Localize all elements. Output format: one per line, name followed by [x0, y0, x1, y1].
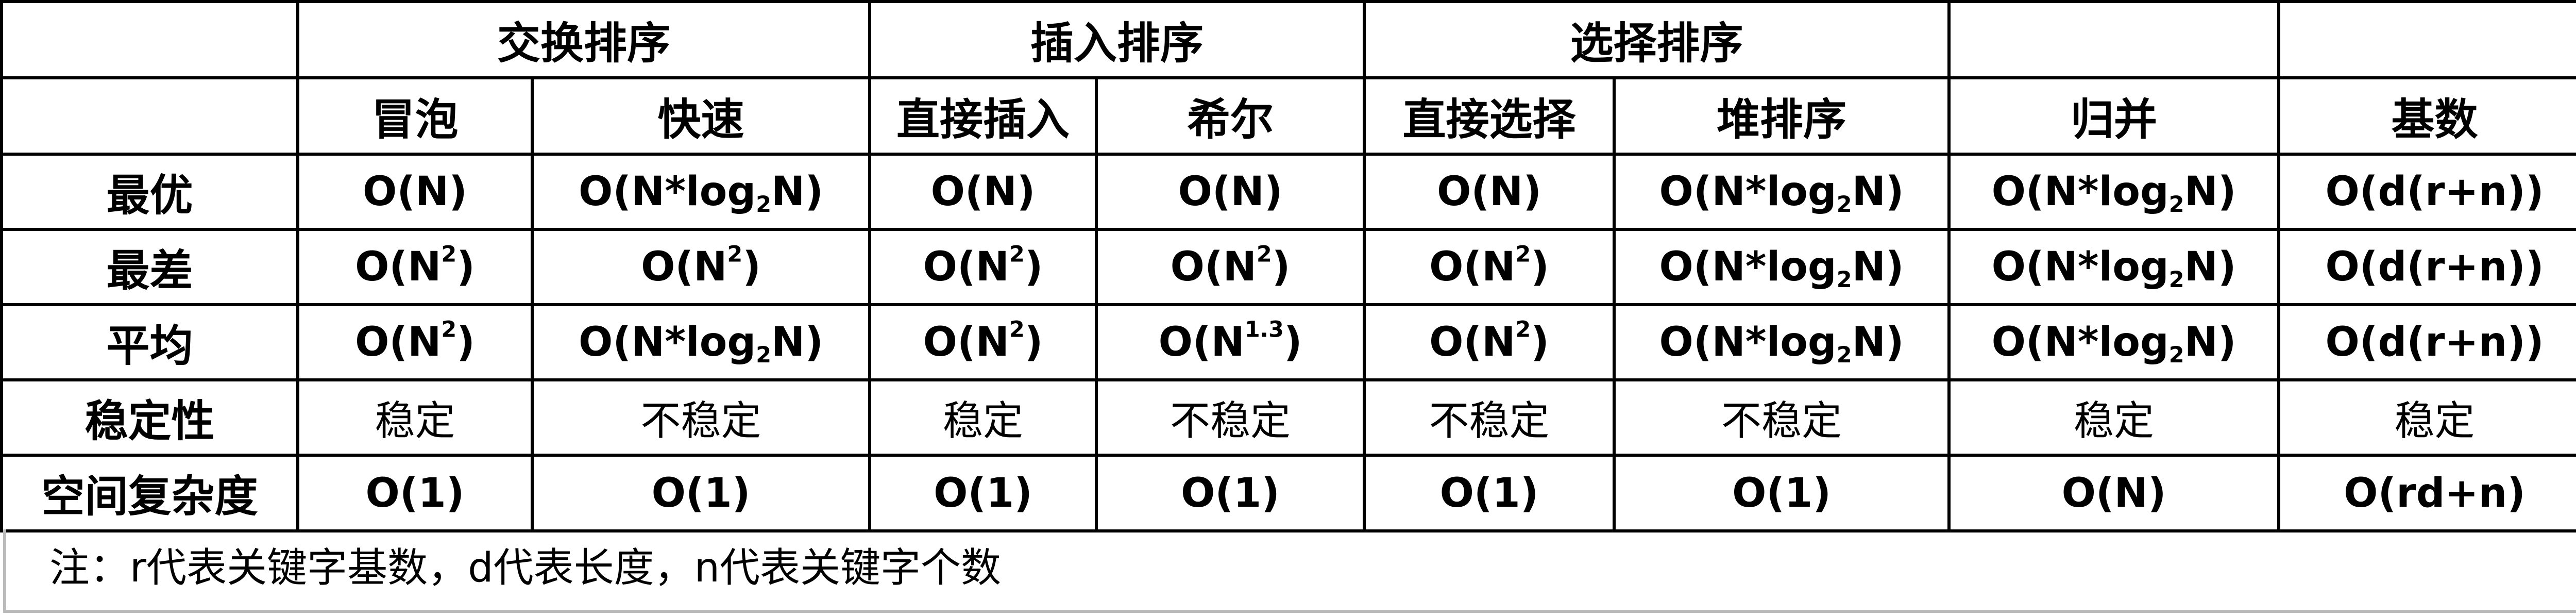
stability-merge: 稳定 — [1947, 378, 2281, 457]
stability-heap: 不稳定 — [1613, 378, 1951, 457]
space-merge: O(N) — [1947, 454, 2281, 532]
algorithm-header-row: 冒泡 快速 直接插入 希尔 直接选择 堆排序 归并 基数 — [0, 76, 2576, 156]
stability-shell: 不稳定 — [1095, 378, 1366, 457]
algorithm-radix: 基数 — [2277, 76, 2576, 156]
worst-radix: O(d(r+n)) — [2277, 228, 2576, 306]
average-radix: O(d(r+n)) — [2277, 303, 2576, 381]
best-bubble: O(N) — [296, 153, 534, 231]
average-shell: O(N1.3) — [1095, 303, 1366, 381]
algorithm-quick: 快速 — [530, 76, 872, 156]
best-straight-insertion: O(N) — [868, 153, 1098, 231]
group-empty-cell-radix — [2277, 0, 2576, 79]
space-bubble: O(1) — [296, 454, 534, 532]
algorithm-straight-insertion: 直接插入 — [868, 76, 1098, 156]
corner-cell-2 — [0, 76, 299, 156]
footnote: 注：r代表关键字基数，d代表长度，n代表关键字个数 — [3, 529, 2576, 613]
row-average: 平均 O(N2) O(N*log2N) O(N2) O(N1.3) O(N2) … — [0, 303, 2576, 381]
best-heap: O(N*log2N) — [1613, 153, 1951, 231]
best-merge: O(N*log2N) — [1947, 153, 2281, 231]
space-heap: O(1) — [1613, 454, 1951, 532]
sort-complexity-page: 交换排序 插入排序 选择排序 冒泡 快速 直接插入 希尔 直接选择 堆排序 归并… — [0, 0, 2576, 616]
group-empty-cell-merge — [1947, 0, 2281, 79]
group-insertion-sort: 插入排序 — [868, 0, 1366, 79]
row-stability: 稳定性 稳定 不稳定 稳定 不稳定 不稳定 不稳定 稳定 稳定 — [0, 378, 2576, 457]
group-selection-sort: 选择排序 — [1363, 0, 1951, 79]
corner-cell — [0, 0, 299, 79]
row-header-worst: 最差 — [0, 228, 299, 306]
space-straight-insertion: O(1) — [868, 454, 1098, 532]
row-header-stability: 稳定性 — [0, 378, 299, 457]
stability-straight-selection: 不稳定 — [1363, 378, 1616, 457]
average-straight-insertion: O(N2) — [868, 303, 1098, 381]
stability-bubble: 稳定 — [296, 378, 534, 457]
algorithm-heap: 堆排序 — [1613, 76, 1951, 156]
worst-straight-selection: O(N2) — [1363, 228, 1616, 306]
row-space: 空间复杂度 O(1) O(1) O(1) O(1) O(1) O(1) O(N)… — [0, 454, 2576, 532]
row-header-best: 最优 — [0, 153, 299, 231]
worst-merge: O(N*log2N) — [1947, 228, 2281, 306]
space-radix: O(rd+n) — [2277, 454, 2576, 532]
row-worst: 最差 O(N2) O(N2) O(N2) O(N2) O(N2) O(N*log… — [0, 228, 2576, 306]
worst-straight-insertion: O(N2) — [868, 228, 1098, 306]
space-straight-selection: O(1) — [1363, 454, 1616, 532]
best-quick: O(N*log2N) — [530, 153, 872, 231]
space-quick: O(1) — [530, 454, 872, 532]
algorithm-shell: 希尔 — [1095, 76, 1366, 156]
stability-straight-insertion: 稳定 — [868, 378, 1098, 457]
best-radix: O(d(r+n)) — [2277, 153, 2576, 231]
algorithm-merge: 归并 — [1947, 76, 2281, 156]
average-straight-selection: O(N2) — [1363, 303, 1616, 381]
average-heap: O(N*log2N) — [1613, 303, 1951, 381]
worst-heap: O(N*log2N) — [1613, 228, 1951, 306]
algorithm-bubble: 冒泡 — [296, 76, 534, 156]
average-merge: O(N*log2N) — [1947, 303, 2281, 381]
row-header-average: 平均 — [0, 303, 299, 381]
group-exchange-sort: 交换排序 — [296, 0, 872, 79]
stability-quick: 不稳定 — [530, 378, 872, 457]
row-best: 最优 O(N) O(N*log2N) O(N) O(N) O(N) O(N*lo… — [0, 153, 2576, 231]
average-quick: O(N*log2N) — [530, 303, 872, 381]
worst-bubble: O(N2) — [296, 228, 534, 306]
sort-complexity-table: 交换排序 插入排序 选择排序 冒泡 快速 直接插入 希尔 直接选择 堆排序 归并… — [0, 0, 2576, 532]
group-header-row: 交换排序 插入排序 选择排序 — [0, 0, 2576, 79]
space-shell: O(1) — [1095, 454, 1366, 532]
best-shell: O(N) — [1095, 153, 1366, 231]
row-header-space: 空间复杂度 — [0, 454, 299, 532]
worst-shell: O(N2) — [1095, 228, 1366, 306]
worst-quick: O(N2) — [530, 228, 872, 306]
average-bubble: O(N2) — [296, 303, 534, 381]
stability-radix: 稳定 — [2277, 378, 2576, 457]
best-straight-selection: O(N) — [1363, 153, 1616, 231]
algorithm-straight-selection: 直接选择 — [1363, 76, 1616, 156]
